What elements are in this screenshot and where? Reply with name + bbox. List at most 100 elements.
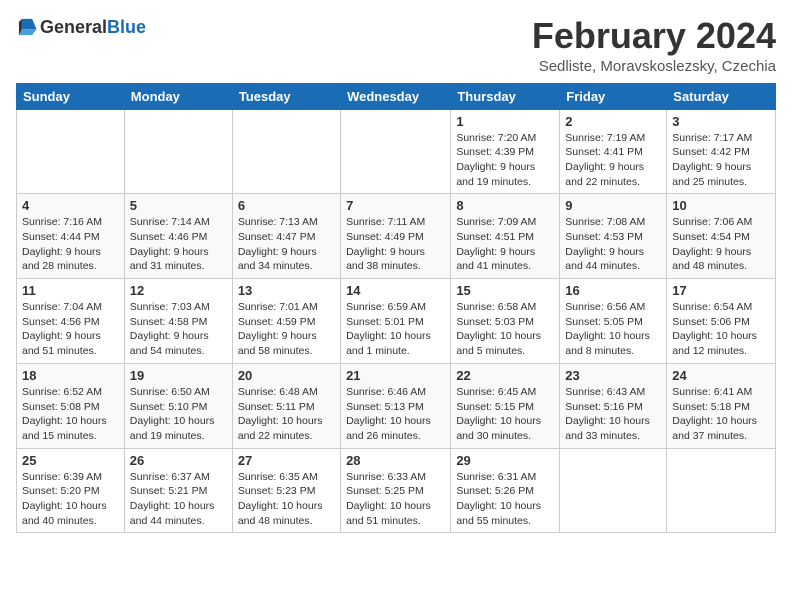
day-number: 2 <box>565 114 661 129</box>
day-number: 17 <box>672 283 770 298</box>
day-number: 7 <box>346 198 445 213</box>
day-number: 5 <box>130 198 227 213</box>
day-info: Sunrise: 6:45 AM Sunset: 5:15 PM Dayligh… <box>456 385 554 444</box>
weekday-header-thursday: Thursday <box>451 83 560 109</box>
day-number: 25 <box>22 453 119 468</box>
day-info: Sunrise: 7:16 AM Sunset: 4:44 PM Dayligh… <box>22 215 119 274</box>
day-number: 1 <box>456 114 554 129</box>
logo-blue-text: Blue <box>107 17 146 38</box>
day-info: Sunrise: 7:01 AM Sunset: 4:59 PM Dayligh… <box>238 300 335 359</box>
logo: General Blue <box>16 16 146 38</box>
calendar-cell <box>341 109 451 194</box>
calendar-cell: 16 Sunrise: 6:56 AM Sunset: 5:05 PM Dayli… <box>560 279 667 364</box>
calendar-cell: 3 Sunrise: 7:17 AM Sunset: 4:42 PM Daylig… <box>667 109 776 194</box>
calendar-cell: 23 Sunrise: 6:43 AM Sunset: 5:16 PM Dayli… <box>560 363 667 448</box>
day-info: Sunrise: 6:43 AM Sunset: 5:16 PM Dayligh… <box>565 385 661 444</box>
calendar-cell: 21 Sunrise: 6:46 AM Sunset: 5:13 PM Dayli… <box>341 363 451 448</box>
calendar-cell: 13Sunrise: 7:01 AM Sunset: 4:59 PM Dayli… <box>232 279 340 364</box>
day-number: 27 <box>238 453 335 468</box>
calendar-week-row: 18 Sunrise: 6:52 AM Sunset: 5:08 PM Dayli… <box>17 363 776 448</box>
calendar-cell: 9Sunrise: 7:08 AM Sunset: 4:53 PM Daylig… <box>560 194 667 279</box>
calendar-cell: 17 Sunrise: 6:54 AM Sunset: 5:06 PM Dayli… <box>667 279 776 364</box>
weekday-header-sunday: Sunday <box>17 83 125 109</box>
calendar-cell <box>560 448 667 533</box>
weekday-header-saturday: Saturday <box>667 83 776 109</box>
day-info: Sunrise: 6:52 AM Sunset: 5:08 PM Dayligh… <box>22 385 119 444</box>
calendar-cell: 18 Sunrise: 6:52 AM Sunset: 5:08 PM Dayli… <box>17 363 125 448</box>
calendar-week-row: 4 Sunrise: 7:16 AM Sunset: 4:44 PM Daylig… <box>17 194 776 279</box>
calendar-cell: 11 Sunrise: 7:04 AM Sunset: 4:56 PM Dayli… <box>17 279 125 364</box>
day-info: Sunrise: 6:54 AM Sunset: 5:06 PM Dayligh… <box>672 300 770 359</box>
calendar-cell: 6Sunrise: 7:13 AM Sunset: 4:47 PM Daylig… <box>232 194 340 279</box>
day-number: 28 <box>346 453 445 468</box>
day-number: 15 <box>456 283 554 298</box>
day-info: Sunrise: 7:11 AM Sunset: 4:49 PM Dayligh… <box>346 215 445 274</box>
calendar-cell: 29 Sunrise: 6:31 AM Sunset: 5:26 PM Dayli… <box>451 448 560 533</box>
calendar-cell: 10Sunrise: 7:06 AM Sunset: 4:54 PM Dayli… <box>667 194 776 279</box>
weekday-header-monday: Monday <box>124 83 232 109</box>
day-info: Sunrise: 6:33 AM Sunset: 5:25 PM Dayligh… <box>346 470 445 529</box>
day-number: 26 <box>130 453 227 468</box>
day-info: Sunrise: 7:17 AM Sunset: 4:42 PM Dayligh… <box>672 131 770 190</box>
day-number: 14 <box>346 283 445 298</box>
calendar-cell: 2 Sunrise: 7:19 AM Sunset: 4:41 PM Daylig… <box>560 109 667 194</box>
day-number: 18 <box>22 368 119 383</box>
calendar-subtitle: Sedliste, Moravskoslezsky, Czechia <box>532 58 776 75</box>
day-info: Sunrise: 6:56 AM Sunset: 5:05 PM Dayligh… <box>565 300 661 359</box>
day-info: Sunrise: 6:35 AM Sunset: 5:23 PM Dayligh… <box>238 470 335 529</box>
calendar-week-row: 11 Sunrise: 7:04 AM Sunset: 4:56 PM Dayli… <box>17 279 776 364</box>
day-info: Sunrise: 7:14 AM Sunset: 4:46 PM Dayligh… <box>130 215 227 274</box>
calendar-table: SundayMondayTuesdayWednesdayThursdayFrid… <box>16 83 776 534</box>
logo-icon <box>16 16 38 38</box>
calendar-cell: 1 Sunrise: 7:20 AM Sunset: 4:39 PM Daylig… <box>451 109 560 194</box>
weekday-header-wednesday: Wednesday <box>341 83 451 109</box>
day-info: Sunrise: 7:03 AM Sunset: 4:58 PM Dayligh… <box>130 300 227 359</box>
calendar-cell: 7 Sunrise: 7:11 AM Sunset: 4:49 PM Daylig… <box>341 194 451 279</box>
day-info: Sunrise: 7:09 AM Sunset: 4:51 PM Dayligh… <box>456 215 554 274</box>
day-number: 23 <box>565 368 661 383</box>
page-header: General Blue February 2024 Sedliste, Mor… <box>16 16 776 75</box>
day-number: 21 <box>346 368 445 383</box>
day-info: Sunrise: 7:04 AM Sunset: 4:56 PM Dayligh… <box>22 300 119 359</box>
logo-general-text: General <box>40 17 107 38</box>
calendar-cell: 28 Sunrise: 6:33 AM Sunset: 5:25 PM Dayli… <box>341 448 451 533</box>
day-info: Sunrise: 6:59 AM Sunset: 5:01 PM Dayligh… <box>346 300 445 359</box>
calendar-cell: 15 Sunrise: 6:58 AM Sunset: 5:03 PM Dayli… <box>451 279 560 364</box>
day-info: Sunrise: 6:58 AM Sunset: 5:03 PM Dayligh… <box>456 300 554 359</box>
calendar-cell <box>232 109 340 194</box>
day-info: Sunrise: 6:48 AM Sunset: 5:11 PM Dayligh… <box>238 385 335 444</box>
day-number: 4 <box>22 198 119 213</box>
calendar-cell: 12Sunrise: 7:03 AM Sunset: 4:58 PM Dayli… <box>124 279 232 364</box>
calendar-cell <box>124 109 232 194</box>
calendar-cell: 27 Sunrise: 6:35 AM Sunset: 5:23 PM Dayli… <box>232 448 340 533</box>
day-info: Sunrise: 6:50 AM Sunset: 5:10 PM Dayligh… <box>130 385 227 444</box>
day-info: Sunrise: 6:31 AM Sunset: 5:26 PM Dayligh… <box>456 470 554 529</box>
day-number: 29 <box>456 453 554 468</box>
day-info: Sunrise: 6:37 AM Sunset: 5:21 PM Dayligh… <box>130 470 227 529</box>
calendar-cell: 19 Sunrise: 6:50 AM Sunset: 5:10 PM Dayli… <box>124 363 232 448</box>
day-info: Sunrise: 7:19 AM Sunset: 4:41 PM Dayligh… <box>565 131 661 190</box>
calendar-cell: 4 Sunrise: 7:16 AM Sunset: 4:44 PM Daylig… <box>17 194 125 279</box>
day-info: Sunrise: 6:39 AM Sunset: 5:20 PM Dayligh… <box>22 470 119 529</box>
calendar-cell <box>17 109 125 194</box>
day-number: 20 <box>238 368 335 383</box>
day-info: Sunrise: 7:06 AM Sunset: 4:54 PM Dayligh… <box>672 215 770 274</box>
day-number: 24 <box>672 368 770 383</box>
calendar-cell: 26 Sunrise: 6:37 AM Sunset: 5:21 PM Dayli… <box>124 448 232 533</box>
day-number: 11 <box>22 283 119 298</box>
calendar-cell: 5 Sunrise: 7:14 AM Sunset: 4:46 PM Daylig… <box>124 194 232 279</box>
day-number: 9 <box>565 198 661 213</box>
day-number: 19 <box>130 368 227 383</box>
day-number: 22 <box>456 368 554 383</box>
weekday-header-tuesday: Tuesday <box>232 83 340 109</box>
day-info: Sunrise: 6:46 AM Sunset: 5:13 PM Dayligh… <box>346 385 445 444</box>
day-number: 6 <box>238 198 335 213</box>
calendar-cell: 14 Sunrise: 6:59 AM Sunset: 5:01 PM Dayli… <box>341 279 451 364</box>
day-info: Sunrise: 7:20 AM Sunset: 4:39 PM Dayligh… <box>456 131 554 190</box>
day-number: 3 <box>672 114 770 129</box>
calendar-cell <box>667 448 776 533</box>
day-number: 16 <box>565 283 661 298</box>
day-number: 8 <box>456 198 554 213</box>
calendar-cell: 25 Sunrise: 6:39 AM Sunset: 5:20 PM Dayli… <box>17 448 125 533</box>
weekday-header-row: SundayMondayTuesdayWednesdayThursdayFrid… <box>17 83 776 109</box>
